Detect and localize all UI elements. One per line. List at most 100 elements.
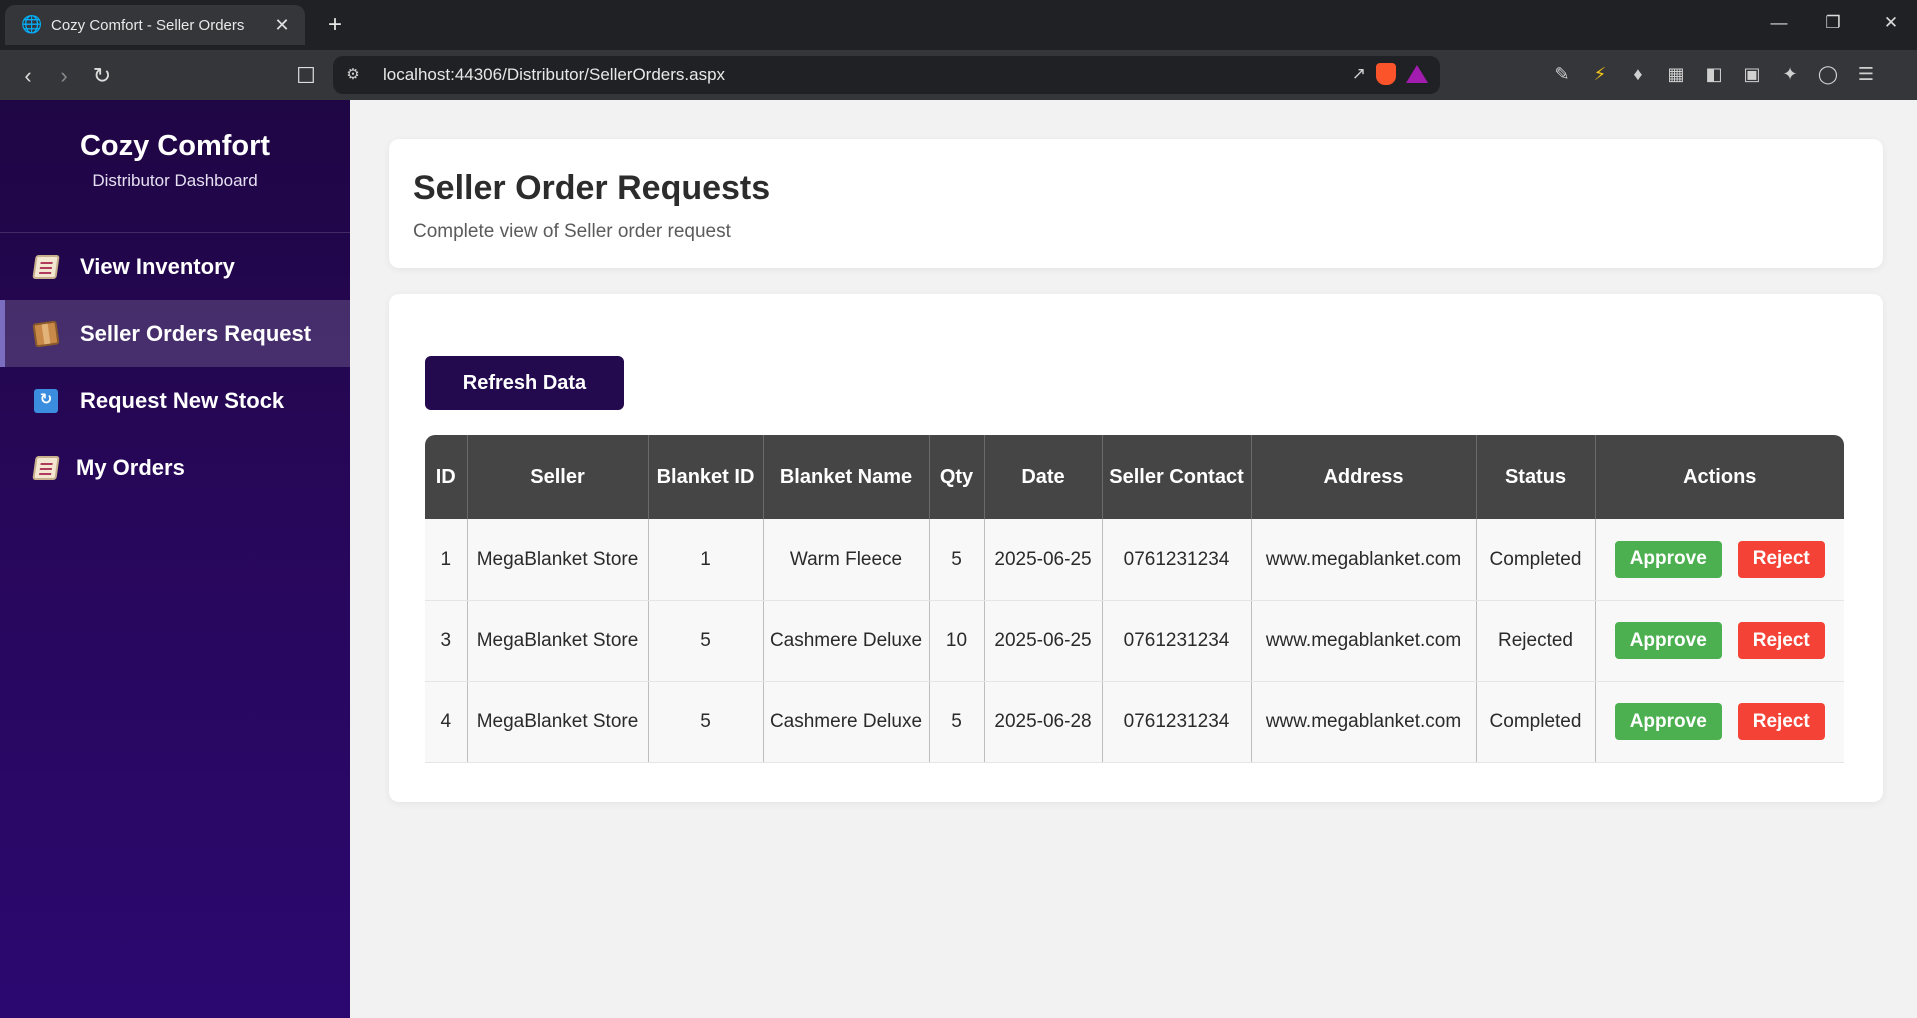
new-tab-icon[interactable]: + — [320, 10, 350, 40]
cell-blanket-name: Warm Fleece — [763, 519, 930, 601]
sidebar: Cozy Comfort Distributor Dashboard View … — [0, 100, 350, 1018]
table-row: 4 MegaBlanket Store 5 Cashmere Deluxe 5 … — [425, 681, 1844, 763]
extensions-puzzle-icon[interactable]: ♦ — [1626, 62, 1650, 86]
cell-status: Rejected — [1476, 600, 1596, 682]
approve-button[interactable]: Approve — [1614, 703, 1722, 740]
table-header: ID Seller Blanket ID Blanket Name Qty Da… — [425, 435, 1844, 519]
cell-status: Completed — [1476, 681, 1596, 763]
cell-contact: 0761231234 — [1102, 519, 1252, 601]
refresh-data-button[interactable]: Refresh Data — [425, 356, 624, 410]
cell-contact: 0761231234 — [1102, 681, 1252, 763]
sidebar-item-label: Seller Orders Request — [80, 320, 312, 346]
cell-qty: 5 — [929, 519, 985, 601]
reload-icon[interactable]: ↻ — [86, 60, 118, 92]
cell-qty: 10 — [929, 600, 985, 682]
column-header-id: ID — [425, 435, 468, 519]
orders-card: Refresh Data ID Seller Blanket ID Blanke… — [389, 294, 1883, 802]
close-tab-icon[interactable]: ✕ — [271, 15, 293, 36]
browser-toolbar: ‹ › ↻ ☐ ⚙ localhost:44306/Distributor/Se… — [0, 50, 1917, 100]
sidebar-item-label: View Inventory — [80, 253, 235, 279]
cell-blanket-name: Cashmere Deluxe — [763, 681, 930, 763]
brave-rewards-icon[interactable] — [1406, 65, 1428, 83]
column-header-qty: Qty — [929, 435, 985, 519]
tab-title: Cozy Comfort - Seller Orders — [51, 16, 245, 34]
reject-button[interactable]: Reject — [1737, 622, 1825, 659]
column-header-blanket-id: Blanket ID — [648, 435, 764, 519]
cell-address: www.megablanket.com — [1251, 681, 1477, 763]
menu-icon[interactable]: ☰ — [1854, 62, 1878, 86]
cell-blanket-id: 5 — [648, 600, 764, 682]
lightning-extension-icon[interactable]: ⚡ — [1588, 62, 1612, 86]
column-header-blanket-name: Blanket Name — [763, 435, 930, 519]
vpn-shield-icon[interactable]: ◯ — [1816, 62, 1840, 86]
orders-table: ID Seller Blanket ID Blanket Name Qty Da… — [425, 435, 1844, 763]
cell-id: 1 — [425, 519, 468, 601]
cell-actions: Approve Reject — [1595, 681, 1844, 763]
column-header-seller-contact: Seller Contact — [1102, 435, 1252, 519]
url-text[interactable]: localhost:44306/Distributor/SellerOrders… — [383, 65, 725, 85]
bookmark-icon[interactable]: ☐ — [290, 60, 322, 92]
restore-icon[interactable]: ❐ — [1813, 8, 1853, 38]
sidebar-item-view-inventory[interactable]: View Inventory — [0, 233, 350, 300]
memo-icon — [32, 455, 60, 480]
sidebar-toggle-icon[interactable]: ◧ — [1702, 62, 1726, 86]
cell-contact: 0761231234 — [1102, 600, 1252, 682]
sidebar-item-my-orders[interactable]: My Orders — [0, 434, 350, 501]
brand-title: Cozy Comfort — [79, 130, 271, 162]
brand-subtitle: Distributor Dashboard — [92, 171, 258, 190]
package-icon — [32, 319, 60, 348]
reject-button[interactable]: Reject — [1737, 540, 1825, 578]
approve-button[interactable]: Approve — [1614, 540, 1722, 578]
cell-blanket-name: Cashmere Deluxe — [763, 600, 930, 682]
column-header-status: Status — [1476, 435, 1596, 519]
header-card: Seller Order Requests Complete view of S… — [389, 139, 1883, 268]
column-header-date: Date — [984, 435, 1103, 519]
column-header-seller: Seller — [467, 435, 649, 519]
cell-id: 3 — [425, 600, 468, 682]
cell-date: 2025-06-25 — [984, 600, 1103, 682]
browser-tab[interactable]: 🌐 Cozy Comfort - Seller Orders ✕ — [5, 5, 305, 45]
edit-icon[interactable]: ✎ — [1550, 62, 1574, 86]
close-window-icon[interactable]: ✕ — [1871, 8, 1911, 38]
refresh-icon: ↻ — [34, 388, 58, 413]
sidebar-item-label: My Orders — [76, 454, 185, 480]
share-icon[interactable]: ↗ — [1352, 64, 1366, 84]
cell-seller: MegaBlanket Store — [467, 600, 649, 682]
cell-qty: 5 — [929, 681, 985, 763]
sidebar-item-request-new-stock[interactable]: ↻ Request New Stock — [0, 367, 350, 434]
cell-status: Completed — [1476, 519, 1596, 601]
cell-actions: Approve Reject — [1595, 519, 1844, 601]
table-row: 1 MegaBlanket Store 1 Warm Fleece 5 2025… — [425, 519, 1844, 601]
sidebar-item-label: Request New Stock — [80, 387, 285, 413]
cell-address: www.megablanket.com — [1251, 600, 1477, 682]
cell-blanket-id: 5 — [648, 681, 764, 763]
wallet-icon[interactable]: ▣ — [1740, 62, 1764, 86]
sidebar-item-seller-orders-request[interactable]: Seller Orders Request — [0, 300, 350, 367]
address-bar[interactable]: ⚙ localhost:44306/Distributor/SellerOrde… — [333, 56, 1440, 94]
sidebar-nav: View Inventory Seller Orders Request ↻ R… — [0, 233, 350, 501]
memo-icon — [32, 254, 60, 279]
cell-id: 4 — [425, 681, 468, 763]
globe-icon: 🌐 — [21, 15, 43, 34]
column-header-actions: Actions — [1595, 435, 1844, 519]
cell-seller: MegaBlanket Store — [467, 681, 649, 763]
column-header-address: Address — [1251, 435, 1477, 519]
site-settings-icon[interactable]: ⚙ — [343, 65, 363, 85]
minimize-icon[interactable]: — — [1759, 8, 1799, 38]
cell-actions: Approve Reject — [1595, 600, 1844, 682]
cell-blanket-id: 1 — [648, 519, 764, 601]
back-icon[interactable]: ‹ — [12, 60, 44, 92]
cell-seller: MegaBlanket Store — [467, 519, 649, 601]
leo-ai-icon[interactable]: ✦ — [1778, 62, 1802, 86]
brave-shields-icon[interactable] — [1376, 63, 1396, 85]
approve-button[interactable]: Approve — [1614, 622, 1722, 659]
brand: Cozy Comfort Distributor Dashboard — [0, 100, 350, 233]
cell-date: 2025-06-28 — [984, 681, 1103, 763]
page-title: Seller Order Requests — [413, 169, 771, 207]
cell-address: www.megablanket.com — [1251, 519, 1477, 601]
table-row: 3 MegaBlanket Store 5 Cashmere Deluxe 10… — [425, 600, 1844, 682]
reject-button[interactable]: Reject — [1737, 703, 1825, 740]
forward-icon[interactable]: › — [48, 60, 80, 92]
reader-icon[interactable]: ▦ — [1664, 62, 1688, 86]
browser-tab-bar: 🌐 Cozy Comfort - Seller Orders ✕ + — ❐ ✕ — [0, 0, 1917, 50]
